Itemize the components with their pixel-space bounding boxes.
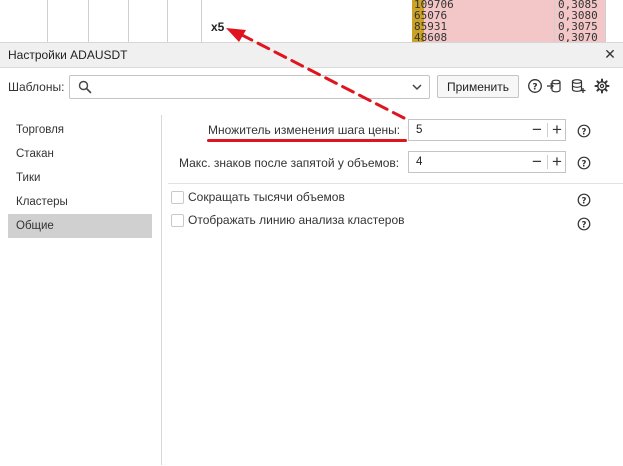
decrement-button[interactable]: − [527, 152, 547, 172]
table-grid-line [201, 0, 202, 42]
templates-search-input[interactable] [98, 78, 402, 97]
help-icon[interactable]: ? [577, 193, 591, 207]
templates-select[interactable] [69, 75, 430, 99]
table-grid-line [605, 0, 606, 42]
increment-button[interactable]: + [547, 120, 567, 140]
svg-text:?: ? [582, 196, 587, 206]
help-icon[interactable]: ? [577, 217, 591, 231]
price-value: 0,3070 [558, 31, 598, 42]
dialog-titlebar: Настройки ADAUSDT ✕ [0, 43, 623, 68]
decrement-button[interactable]: − [527, 120, 547, 140]
search-icon [78, 80, 92, 94]
multiplier-indicator: x5 [211, 20, 225, 34]
price-column: 0,3085 0,3080 0,3075 0,3070 [558, 0, 598, 42]
close-button[interactable]: ✕ [602, 45, 618, 63]
sidebar-item-general[interactable]: Общие [8, 214, 152, 238]
svg-text:?: ? [582, 127, 587, 137]
help-icon[interactable]: ? [577, 156, 591, 170]
sidebar-item-trading[interactable]: Торговля [8, 118, 152, 142]
settings-dialog: Настройки ADAUSDT ✕ Шаблоны: Применить ? [0, 42, 623, 466]
volume-decimals-label: Макс. знаков после запятой у объемов: [179, 156, 400, 170]
shorten-thousands-checkbox[interactable] [171, 191, 184, 204]
help-icon[interactable]: ? [577, 124, 591, 138]
volume-decimals-value[interactable]: 4 [416, 152, 516, 172]
settings-sidebar: Торговля Стакан Тики Кластеры Общие [0, 115, 162, 465]
sidebar-item-clusters[interactable]: Кластеры [8, 190, 152, 214]
price-step-multiplier-label: Множитель изменения шага цены: [208, 123, 401, 137]
svg-text:?: ? [582, 220, 587, 230]
save-template-icon[interactable] [570, 78, 586, 94]
cluster-line-label[interactable]: Отображать линию анализа кластеров [188, 213, 405, 227]
price-step-multiplier-stepper[interactable]: 5 − + [408, 119, 566, 141]
volume-value: 48608 [414, 31, 448, 42]
table-grid-line [554, 0, 555, 42]
chevron-down-icon[interactable] [411, 81, 423, 93]
templates-label: Шаблоны: [8, 80, 65, 94]
svg-text:?: ? [582, 159, 587, 169]
volume-column: 109706 65076 85931 48608 [414, 0, 454, 42]
sidebar-item-ticks[interactable]: Тики [8, 166, 152, 190]
dialog-title: Настройки ADAUSDT [8, 48, 128, 62]
shorten-thousands-label[interactable]: Сокращать тысячи объемов [188, 190, 345, 204]
table-grid-line [88, 0, 89, 42]
help-icon[interactable]: ? [527, 78, 543, 94]
gear-icon[interactable] [594, 78, 610, 94]
table-grid-line [128, 0, 129, 42]
templates-toolbar: Шаблоны: Применить ? [0, 68, 623, 105]
table-grid-line [167, 0, 168, 42]
import-template-icon[interactable] [546, 78, 562, 94]
cluster-line-checkbox[interactable] [171, 214, 184, 227]
svg-text:?: ? [532, 83, 537, 93]
price-step-multiplier-value[interactable]: 5 [416, 120, 516, 140]
section-divider [168, 183, 623, 184]
table-grid-line [47, 0, 48, 42]
volume-decimals-stepper[interactable]: 4 − + [408, 151, 566, 173]
sidebar-item-orderbook[interactable]: Стакан [8, 142, 152, 166]
apply-button[interactable]: Применить [437, 75, 519, 98]
background-order-table: 109706 65076 85931 48608 0,3085 0,3080 0… [0, 0, 623, 42]
increment-button[interactable]: + [547, 152, 567, 172]
annotation-underline [207, 139, 407, 142]
